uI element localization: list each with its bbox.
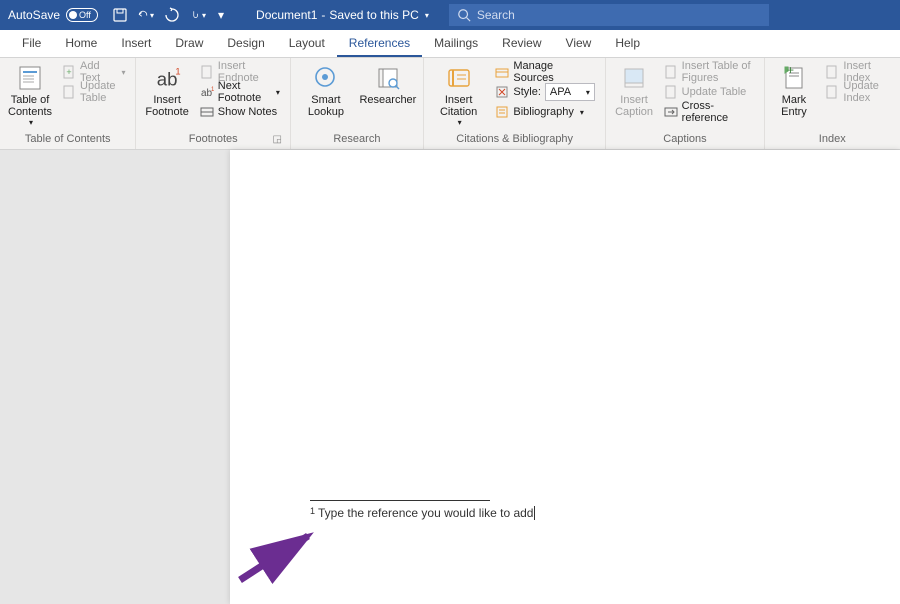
tab-view[interactable]: View	[554, 30, 604, 57]
title-bar: AutoSave Off ▾ ▾ ▾ Document1 - Saved to …	[0, 0, 900, 30]
tab-file[interactable]: File	[10, 30, 53, 57]
group-research: SmartLookup Researcher Research	[291, 58, 424, 149]
update-captions-button[interactable]: Update Table	[660, 82, 758, 102]
tab-mailings[interactable]: Mailings	[422, 30, 490, 57]
doc-icon	[825, 85, 839, 99]
next-footnote-icon: ab1	[200, 85, 214, 99]
add-text-button[interactable]: +Add Text▾	[58, 62, 129, 82]
group-index: + MarkEntry Insert Index Update Index In…	[765, 58, 900, 149]
researcher-icon	[374, 64, 402, 92]
insert-endnote-button[interactable]: Insert Endnote	[196, 62, 284, 82]
group-toc: Table ofContents ▾ +Add Text▾ Update Tab…	[0, 58, 136, 149]
touchmode-icon[interactable]: ▾	[190, 7, 206, 23]
group-citations: InsertCitation ▾ Manage Sources Style: A…	[424, 58, 607, 149]
footnote-entry[interactable]: 1 Type the reference you would like to a…	[310, 506, 535, 520]
caption-icon	[620, 64, 648, 92]
doc-icon	[664, 65, 678, 79]
show-notes-icon	[200, 105, 214, 119]
footnote-number: 1	[310, 506, 315, 516]
tab-review[interactable]: Review	[490, 30, 553, 57]
insert-caption-button[interactable]: InsertCaption	[612, 62, 655, 131]
annotation-arrow-icon	[230, 530, 330, 590]
group-label-footnotes: Footnotes◲	[142, 131, 283, 147]
citation-icon	[445, 64, 473, 92]
mark-entry-icon: +	[780, 64, 808, 92]
redo-icon[interactable]	[164, 7, 180, 23]
tab-references[interactable]: References	[337, 30, 422, 57]
cross-ref-icon	[664, 105, 678, 119]
tab-layout[interactable]: Layout	[277, 30, 337, 57]
svg-text:1: 1	[176, 66, 181, 76]
tab-draw[interactable]: Draw	[163, 30, 215, 57]
doc-icon	[825, 65, 839, 79]
footnote-separator	[310, 500, 490, 501]
search-icon	[457, 8, 471, 22]
style-dropdown[interactable]: APA▾	[545, 83, 595, 101]
document-title[interactable]: Document1 - Saved to this PC ▾	[256, 8, 429, 22]
ribbon: Table ofContents ▾ +Add Text▾ Update Tab…	[0, 58, 900, 150]
text-cursor	[534, 506, 535, 520]
tab-home[interactable]: Home	[53, 30, 109, 57]
left-gutter	[0, 150, 230, 604]
qat-customize-icon[interactable]: ▾	[216, 7, 226, 23]
svg-text:ab: ab	[157, 68, 178, 89]
insert-index-button[interactable]: Insert Index	[821, 62, 894, 82]
endnote-icon	[200, 65, 214, 79]
group-label-index: Index	[771, 131, 894, 147]
cross-reference-button[interactable]: Cross-reference	[660, 102, 758, 122]
style-icon	[495, 85, 509, 99]
quick-access-toolbar: ▾ ▾ ▾	[112, 7, 226, 23]
doc-icon	[664, 85, 678, 99]
autosave-toggle[interactable]: AutoSave Off	[8, 8, 98, 22]
bibliography-icon	[495, 105, 509, 119]
svg-text:+: +	[787, 65, 794, 77]
insert-footnote-button[interactable]: ab1 InsertFootnote	[142, 62, 191, 131]
tab-design[interactable]: Design	[215, 30, 276, 57]
tab-help[interactable]: Help	[603, 30, 652, 57]
tab-insert[interactable]: Insert	[109, 30, 163, 57]
group-label-research: Research	[297, 131, 417, 147]
show-notes-button[interactable]: Show Notes	[196, 102, 284, 122]
smart-lookup-button[interactable]: SmartLookup	[297, 62, 355, 131]
dialog-launcher-icon[interactable]: ◲	[272, 134, 281, 145]
doc-plus-icon: +	[62, 65, 76, 79]
chevron-down-icon: ▾	[425, 11, 429, 20]
insert-tof-button[interactable]: Insert Table of Figures	[660, 62, 758, 82]
group-captions: InsertCaption Insert Table of Figures Up…	[606, 58, 764, 149]
group-label-citations: Citations & Bibliography	[430, 131, 600, 147]
toggle-icon: Off	[66, 8, 98, 22]
update-index-button[interactable]: Update Index	[821, 82, 894, 102]
mark-entry-button[interactable]: + MarkEntry	[771, 62, 818, 131]
document-canvas: 1 Type the reference you would like to a…	[0, 150, 900, 604]
document-page[interactable]: 1 Type the reference you would like to a…	[230, 150, 900, 604]
search-input[interactable]: Search	[449, 4, 769, 26]
manage-sources-icon	[495, 65, 509, 79]
bibliography-button[interactable]: Bibliography▾	[491, 102, 599, 122]
chevron-down-icon: ▾	[458, 118, 462, 127]
undo-icon[interactable]: ▾	[138, 7, 154, 23]
citation-style-select[interactable]: Style: APA▾	[491, 82, 599, 102]
toc-icon	[16, 64, 44, 92]
group-label-captions: Captions	[612, 131, 757, 147]
footnote-icon: ab1	[153, 64, 181, 92]
table-of-contents-button[interactable]: Table ofContents ▾	[6, 62, 54, 131]
next-footnote-button[interactable]: ab1Next Footnote▾	[196, 82, 284, 102]
update-table-button[interactable]: Update Table	[58, 82, 129, 102]
footnote-text: Type the reference you would like to add	[318, 506, 533, 520]
group-label-toc: Table of Contents	[6, 131, 129, 147]
autosave-label: AutoSave	[8, 8, 60, 22]
save-icon[interactable]	[112, 7, 128, 23]
chevron-down-icon: ▾	[29, 118, 33, 127]
ribbon-tabs: File Home Insert Draw Design Layout Refe…	[0, 30, 900, 58]
svg-text:1: 1	[211, 87, 214, 93]
manage-sources-button[interactable]: Manage Sources	[491, 62, 599, 82]
insert-citation-button[interactable]: InsertCitation ▾	[430, 62, 487, 131]
doc-refresh-icon	[62, 85, 76, 99]
researcher-button[interactable]: Researcher	[359, 62, 417, 131]
group-footnotes: ab1 InsertFootnote Insert Endnote ab1Nex…	[136, 58, 290, 149]
smart-lookup-icon	[312, 64, 340, 92]
svg-text:+: +	[66, 67, 71, 77]
